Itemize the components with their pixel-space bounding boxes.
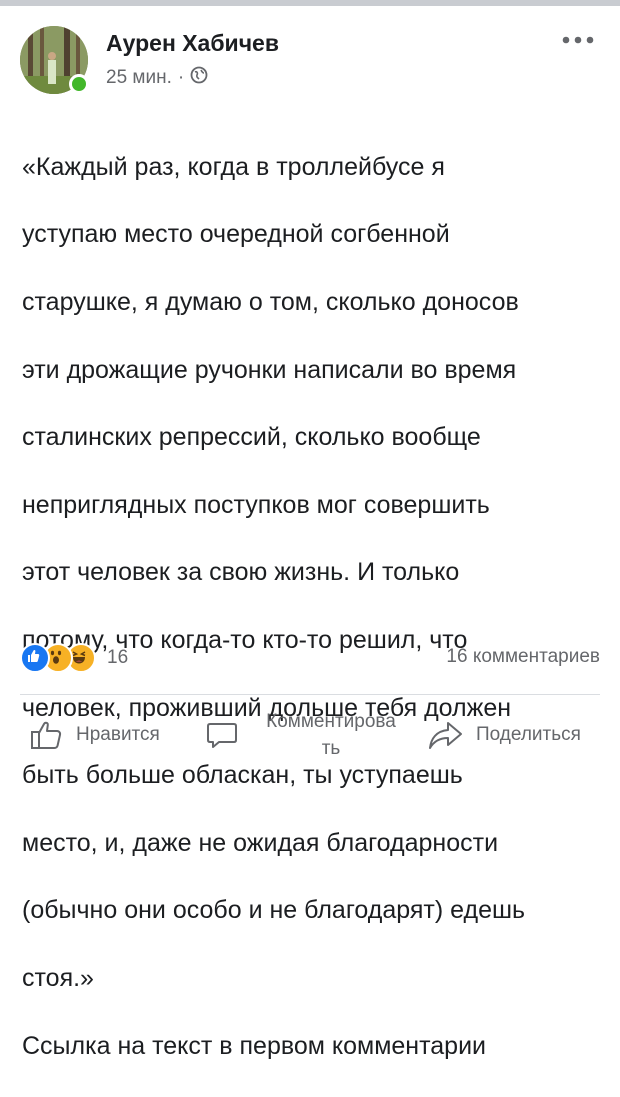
comment-label-line2: ть [321, 738, 341, 759]
comment-label: Комментирова ть [246, 708, 416, 762]
like-label: Нравится [76, 724, 160, 745]
globe-icon [190, 66, 208, 90]
post-text: «Каждый раз, когда в троллейбусе я уступ… [22, 117, 607, 1097]
link-note[interactable]: Ссылка на текст в первом комментарии [22, 1030, 607, 1064]
comment-label-line1: Комментирова [266, 711, 396, 732]
post-text-line: уступаю место очередной согбенной [22, 220, 450, 249]
comment-button[interactable]: Комментирова ть [206, 708, 416, 762]
post-text-line: «Каждый раз, когда в троллейбусе я [22, 152, 445, 181]
avatar[interactable] [20, 26, 90, 96]
post-meta: 25 мин. · [106, 66, 208, 90]
post-text-line: стоя.» [22, 963, 94, 992]
like-button[interactable]: Нравится [30, 720, 160, 750]
share-arrow-icon [428, 720, 464, 750]
comment-bubble-icon [206, 719, 238, 751]
online-status-dot [69, 74, 89, 94]
post-text-line: этот человек за свою жизнь. И только [22, 558, 460, 587]
post-text-line: (обычно они особо и не благодарят) едешь [22, 896, 526, 925]
share-label: Поделиться [476, 724, 581, 745]
meta-separator: · [177, 67, 185, 88]
more-options-icon[interactable] [556, 26, 600, 54]
author-name[interactable]: Аурен Хабичев [106, 30, 279, 57]
like-reaction-icon [20, 643, 50, 673]
post-time[interactable]: 25 мин. [106, 67, 172, 89]
action-bar: Нравится Комментирова ть Поделиться [0, 700, 620, 769]
thumbs-up-icon [30, 720, 64, 750]
reactions-summary[interactable]: 16 [20, 643, 128, 673]
share-button[interactable]: Поделиться [428, 720, 581, 750]
comments-count[interactable]: 16 комментариев [446, 646, 600, 668]
post-text-line: сталинских репрессий, сколько вообще [22, 423, 481, 452]
top-bar [0, 0, 620, 6]
reaction-count: 16 [107, 647, 129, 668]
post-text-line: старушке, я думаю о том, сколько доносов [22, 287, 519, 316]
post-header: Аурен Хабичев 25 мин. · [20, 26, 600, 98]
post-text-line: неприглядных поступков мог совершить [22, 490, 490, 519]
post-text-line: эти дрожащие ручонки написали во время [22, 355, 517, 384]
divider [20, 694, 600, 695]
post-text-line: место, и, даже не ожидая благодарности [22, 828, 499, 857]
